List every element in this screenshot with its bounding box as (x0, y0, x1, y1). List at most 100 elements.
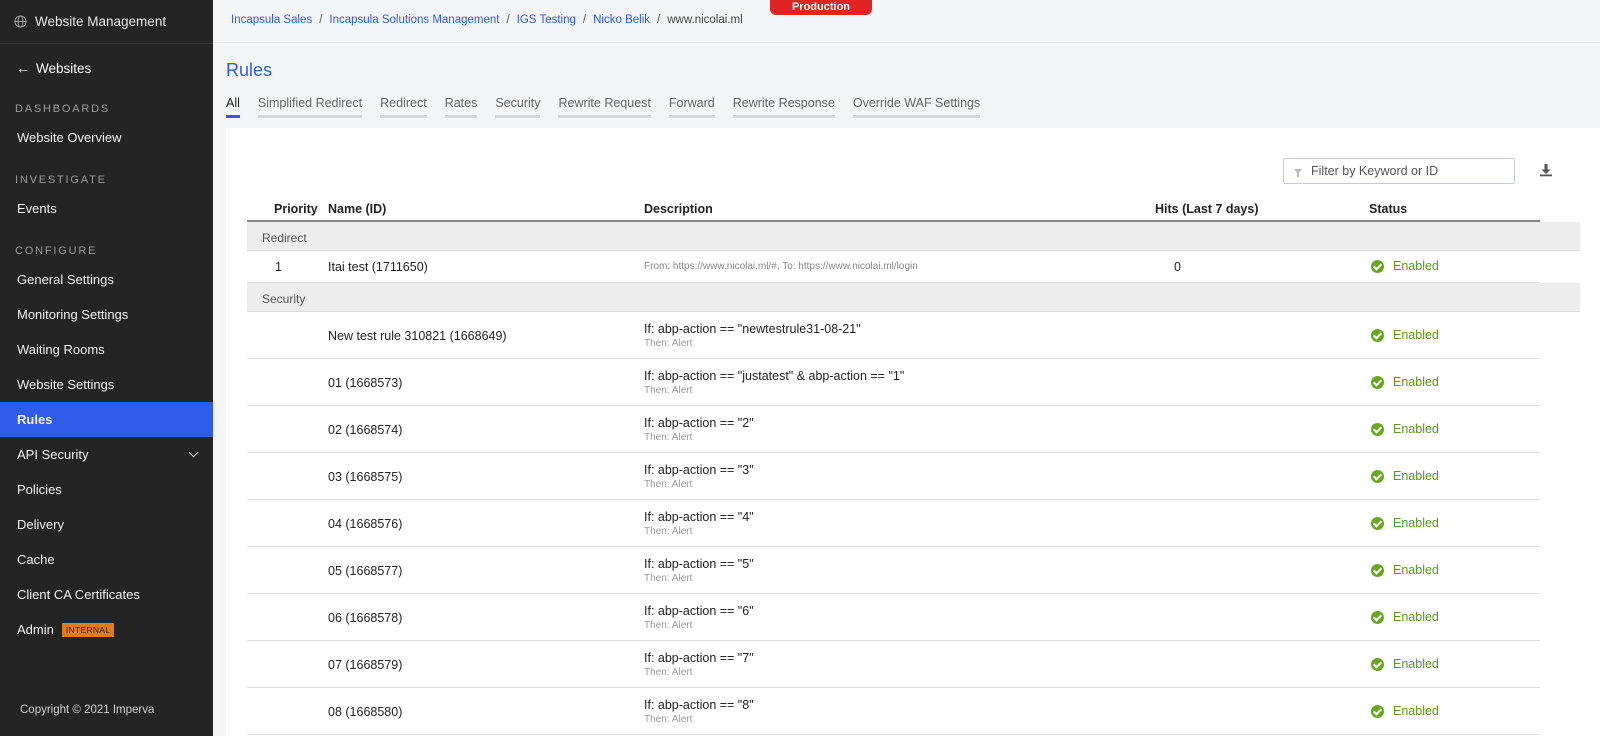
tab-override-waf-settings[interactable]: Override WAF Settings (852, 96, 981, 118)
name-cell: 03 (1668575) (328, 470, 403, 484)
table-row[interactable]: New test rule 310821 (1668649) If: abp-a… (247, 312, 1540, 359)
check-circle-icon (1371, 610, 1384, 624)
table-row[interactable]: 1 Itai test (1711650) From: https://www.… (247, 251, 1540, 283)
rule-condition: If: abp-action == "2" (644, 416, 754, 430)
rules-panel: Priority Name (ID) Description Hits (Las… (226, 128, 1600, 736)
sidebar-item-general-settings[interactable]: General Settings (0, 262, 213, 297)
name-cell: 08 (1668580) (328, 705, 403, 719)
sidebar-item-api-security[interactable]: API Security (0, 437, 213, 472)
tab-redirect[interactable]: Redirect (380, 96, 427, 118)
tab-security[interactable]: Security (495, 96, 541, 118)
header-name[interactable]: Name (ID) (328, 202, 386, 216)
status-label: Enabled (1393, 469, 1439, 483)
tab-rewrite-request[interactable]: Rewrite Request (558, 96, 651, 118)
topbar: Incapsula Sales / Incapsula Solutions Ma… (213, 0, 1600, 43)
table-row[interactable]: 07 (1668579) If: abp-action == "7" Then:… (247, 641, 1540, 688)
header-hits[interactable]: Hits (Last 7 days) (1155, 202, 1259, 216)
sidebar-item-cache[interactable]: Cache (0, 542, 213, 577)
sidebar-item-waiting-rooms[interactable]: Waiting Rooms (0, 332, 213, 367)
breadcrumb-link[interactable]: Incapsula Sales (231, 14, 312, 26)
breadcrumb-separator: / (657, 14, 661, 26)
breadcrumb-link[interactable]: Nicko Belik (593, 14, 650, 26)
sidebar-item-website-overview[interactable]: Website Overview (0, 120, 213, 155)
back-to-websites-link[interactable]: ← Websites (0, 44, 213, 92)
description-cell: If: abp-action == "3" Then: Alert (644, 463, 754, 490)
check-circle-icon (1371, 375, 1384, 389)
name-cell: 01 (1668573) (328, 376, 403, 390)
check-circle-icon (1371, 563, 1384, 577)
rule-condition: If: abp-action == "6" (644, 604, 754, 618)
copyright: Copyright © 2021 Imperva (20, 704, 155, 716)
status-cell: Enabled (1371, 422, 1439, 436)
breadcrumb-link[interactable]: Incapsula Solutions Management (329, 14, 499, 26)
rule-action: Then: Alert (644, 620, 693, 631)
rule-condition: If: abp-action == "4" (644, 510, 754, 524)
section-dashboards: DASHBOARDS (15, 103, 111, 115)
description-cell: If: abp-action == "6" Then: Alert (644, 604, 754, 631)
download-icon[interactable] (1538, 162, 1554, 178)
table-row[interactable]: 02 (1668574) If: abp-action == "2" Then:… (247, 406, 1540, 453)
sidebar-item-events[interactable]: Events (0, 191, 213, 226)
sidebar: Website Management ← Websites DASHBOARDS… (0, 0, 213, 736)
breadcrumb: Incapsula Sales / Incapsula Solutions Ma… (231, 14, 743, 26)
sidebar-item-label: Admin (17, 622, 54, 637)
sidebar-item-policies[interactable]: Policies (0, 472, 213, 507)
tab-all[interactable]: All (226, 96, 240, 118)
name-cell: 05 (1668577) (328, 564, 403, 578)
status-label: Enabled (1393, 704, 1439, 718)
tab-rates[interactable]: Rates (444, 96, 478, 118)
rule-condition: If: abp-action == "newtestrule31-08-21" (644, 322, 861, 336)
chevron-down-icon (188, 447, 199, 458)
table-row[interactable]: 05 (1668577) If: abp-action == "5" Then:… (247, 547, 1540, 594)
tab-simplified-redirect[interactable]: Simplified Redirect (257, 96, 363, 118)
status-cell: Enabled (1371, 657, 1439, 671)
filter-input[interactable] (1311, 164, 1501, 178)
rule-action: Then: Alert (644, 714, 693, 725)
name-cell: 06 (1668578) (328, 611, 403, 625)
sidebar-title: Website Management (35, 14, 167, 29)
group-label: Security (262, 292, 306, 306)
table-row[interactable]: 06 (1668578) If: abp-action == "6" Then:… (247, 594, 1540, 641)
tab-forward[interactable]: Forward (668, 96, 715, 118)
status-cell: Enabled (1371, 610, 1439, 624)
rule-condition: If: abp-action == "8" (644, 698, 754, 712)
hits-cell: 0 (1174, 260, 1181, 274)
group-label: Redirect (262, 231, 307, 245)
name-cell: Itai test (1711650) (328, 260, 428, 274)
rule-condition: If: abp-action == "justatest" & abp-acti… (644, 369, 905, 383)
filter-icon (1294, 168, 1302, 177)
status-label: Enabled (1393, 610, 1439, 624)
rule-action: Then: Alert (644, 573, 693, 584)
status-label: Enabled (1393, 422, 1439, 436)
rules-table: Priority Name (ID) Description Hits (Las… (247, 194, 1580, 735)
status-label: Enabled (1393, 516, 1439, 530)
table-row[interactable]: 01 (1668573) If: abp-action == "justates… (247, 359, 1540, 406)
sidebar-item-admin[interactable]: Admin INTERNAL (0, 612, 213, 647)
check-circle-icon (1371, 704, 1384, 718)
sidebar-item-client-ca-certificates[interactable]: Client CA Certificates (0, 577, 213, 612)
page-title: Rules (226, 60, 273, 80)
header-status[interactable]: Status (1369, 202, 1407, 216)
breadcrumb-link[interactable]: IGS Testing (517, 14, 576, 26)
table-row[interactable]: 04 (1668576) If: abp-action == "4" Then:… (247, 500, 1540, 547)
check-circle-icon (1371, 469, 1384, 483)
status-cell: Enabled (1371, 259, 1439, 273)
sidebar-item-delivery[interactable]: Delivery (0, 507, 213, 542)
header-priority[interactable]: Priority (274, 202, 318, 216)
sidebar-item-rules[interactable]: Rules (0, 402, 213, 437)
sidebar-item-monitoring-settings[interactable]: Monitoring Settings (0, 297, 213, 332)
rule-action: Then: Alert (644, 432, 693, 443)
sidebar-item-label: API Security (17, 447, 89, 462)
table-row[interactable]: 03 (1668575) If: abp-action == "3" Then:… (247, 453, 1540, 500)
sidebar-item-website-settings[interactable]: Website Settings (0, 367, 213, 402)
filter-box[interactable] (1283, 158, 1515, 184)
rule-type-tabs: All Simplified Redirect Redirect Rates S… (226, 96, 998, 118)
description-cell: If: abp-action == "7" Then: Alert (644, 651, 754, 678)
tab-rewrite-response[interactable]: Rewrite Response (732, 96, 835, 118)
internal-badge: INTERNAL (61, 622, 115, 637)
table-row[interactable]: 08 (1668580) If: abp-action == "8" Then:… (247, 688, 1540, 735)
status-cell: Enabled (1371, 516, 1439, 530)
name-cell: New test rule 310821 (1668649) (328, 329, 507, 343)
name-cell: 02 (1668574) (328, 423, 403, 437)
check-circle-icon (1371, 657, 1384, 671)
